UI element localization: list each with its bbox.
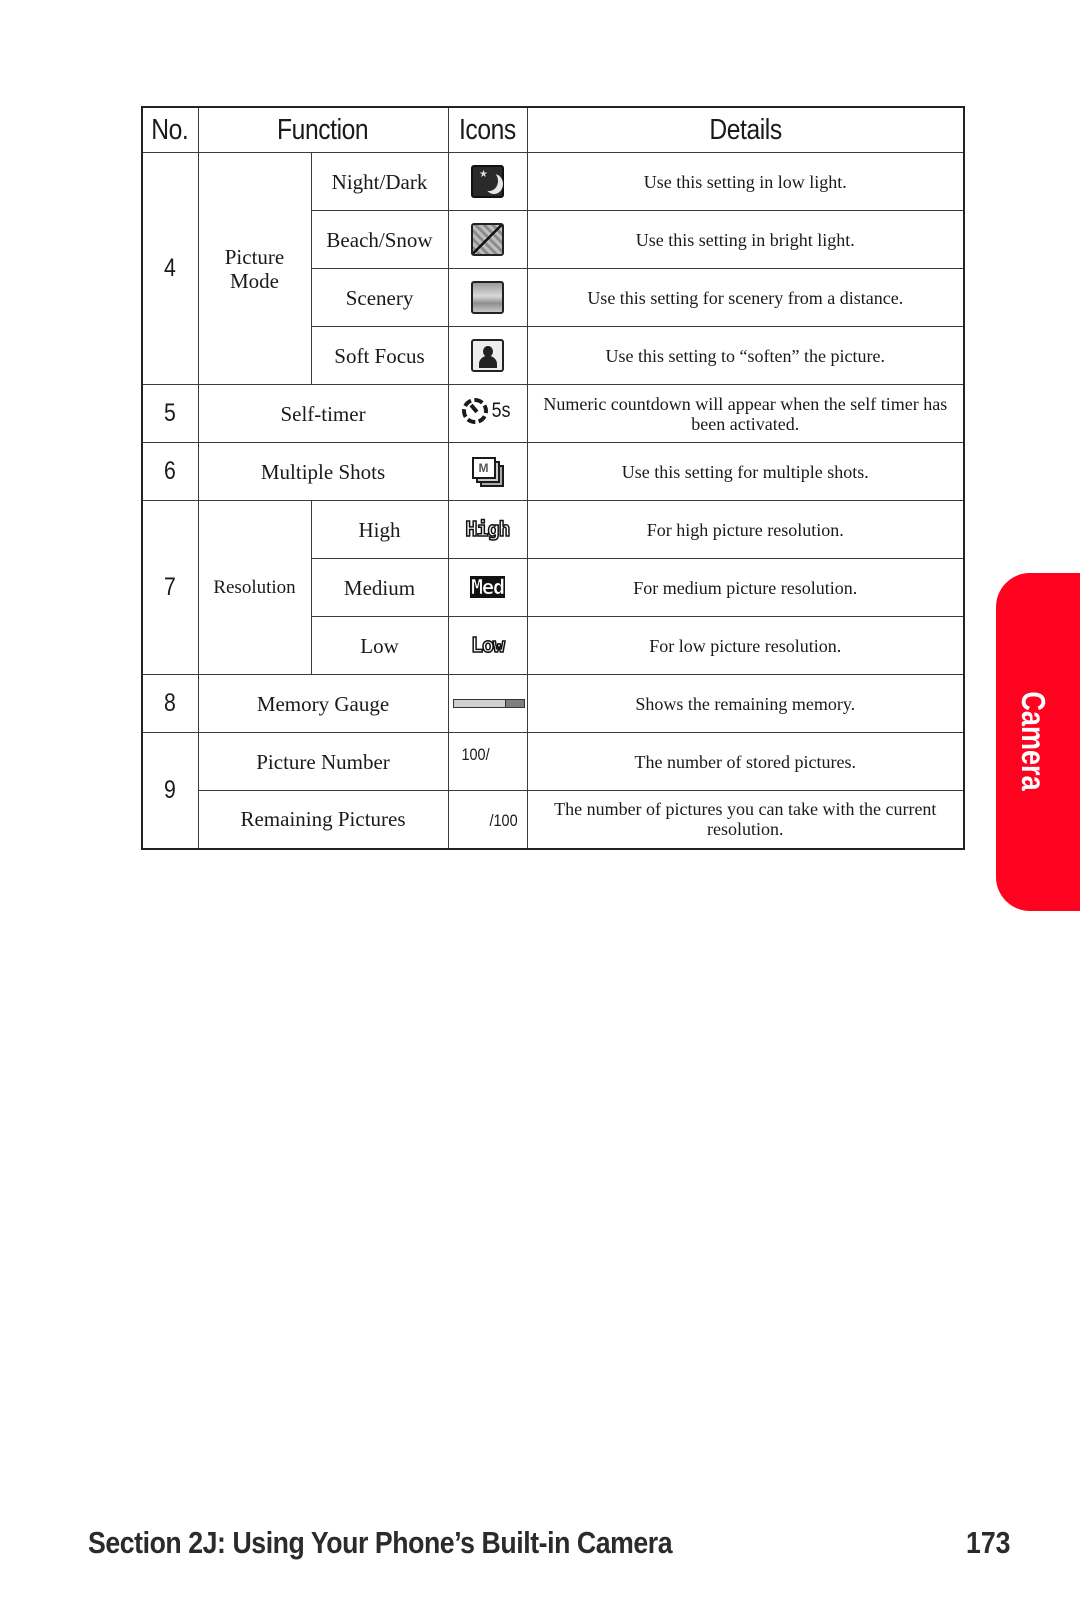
timer-seconds: 5s — [492, 399, 511, 422]
function-label: Soft Focus — [310, 326, 449, 385]
self-timer-icon — [462, 398, 489, 424]
function-label: Medium — [310, 558, 449, 617]
scenery-icon — [471, 281, 505, 314]
memory-gauge-icon — [452, 699, 525, 709]
table-row: Remaining Pictures /100 The number of pi… — [142, 790, 965, 849]
camera-functions-table: No. Function Icons Details 4 Picture Mod… — [141, 106, 966, 850]
function-label: Night/Dark — [310, 152, 449, 211]
details: Use this setting to “soften” the picture… — [526, 326, 965, 385]
function-label: Low — [310, 616, 449, 675]
details: The number of pictures you can take with… — [526, 790, 965, 849]
details: Use this setting for scenery from a dist… — [526, 268, 965, 327]
icon-cell: /100 — [447, 790, 528, 849]
medium-resolution-icon: Med — [469, 575, 505, 599]
row-number: 8 — [141, 674, 199, 733]
header-no: No. — [141, 106, 199, 153]
icon-cell — [447, 268, 528, 327]
table-row: 5 Self-timer 5s Numeric countdown will a… — [141, 384, 965, 443]
soft-focus-icon — [471, 339, 505, 372]
remaining-pictures-indicator: /100 — [489, 811, 519, 830]
low-resolution-icon: Low — [470, 633, 506, 657]
details: Numeric countdown will appear when the s… — [526, 384, 965, 443]
table-row: 9 Picture Number 100/ The number of stor… — [141, 732, 965, 849]
function-label: Memory Gauge — [197, 674, 449, 733]
row-number: 9 — [141, 732, 199, 849]
row-number: 4 — [141, 152, 199, 385]
table-row: 8 Memory Gauge Shows the remaining memor… — [141, 674, 965, 733]
function-label: Scenery — [310, 268, 449, 327]
row-number: 7 — [141, 500, 199, 675]
icon-cell: M — [447, 442, 528, 501]
beach-snow-icon — [471, 223, 505, 256]
table-row: 7 Resolution High High For high picture … — [141, 500, 965, 675]
table-row: 6 Multiple Shots M Use this setting for … — [141, 442, 965, 501]
high-resolution-icon: High — [465, 517, 512, 541]
icon-cell: High — [447, 500, 528, 559]
row-number: 5 — [141, 384, 199, 443]
details: Use this setting in bright light. — [526, 210, 965, 269]
section-tab-label: Camera — [1015, 691, 1052, 791]
icon-cell — [447, 210, 528, 269]
function-label: Remaining Pictures — [197, 790, 449, 849]
icon-cell — [447, 326, 528, 385]
function-group: Resolution — [197, 500, 312, 675]
function-label: Beach/Snow — [310, 210, 449, 269]
multiple-shots-icon: M — [470, 455, 506, 488]
icon-cell: ★ — [447, 152, 528, 211]
function-label: High — [310, 500, 449, 559]
table-row: 4 Picture Mode Night/Dark ★ Use this set… — [141, 152, 965, 385]
details: For low picture resolution. — [526, 616, 965, 675]
icon-cell: Low — [447, 616, 528, 675]
icon-cell — [447, 674, 528, 733]
header-icons: Icons — [447, 106, 528, 153]
night-dark-icon: ★ — [471, 165, 505, 198]
icon-cell: Med — [447, 558, 528, 617]
page-number: 173 — [966, 1525, 1011, 1560]
details: For high picture resolution. — [526, 500, 965, 559]
picture-number-indicator: 100/ — [460, 745, 490, 764]
table-header-row: No. Function Icons Details — [141, 106, 965, 153]
header-details: Details — [526, 106, 965, 153]
function-label: Picture Number — [197, 732, 449, 791]
details: Shows the remaining memory. — [526, 674, 965, 733]
function-label: Multiple Shots — [197, 442, 449, 501]
header-function: Function — [197, 106, 449, 153]
footer-section-title: Section 2J: Using Your Phone’s Built-in … — [88, 1525, 673, 1560]
details: Use this setting for multiple shots. — [526, 442, 965, 501]
function-group: Picture Mode — [197, 152, 312, 385]
icon-cell: 100/ — [447, 732, 528, 791]
details: Use this setting in low light. — [526, 152, 965, 211]
details: For medium picture resolution. — [526, 558, 965, 617]
icon-cell: 5s — [447, 384, 528, 443]
details: The number of stored pictures. — [526, 732, 965, 791]
row-number: 6 — [141, 442, 199, 501]
function-label: Self-timer — [197, 384, 449, 443]
